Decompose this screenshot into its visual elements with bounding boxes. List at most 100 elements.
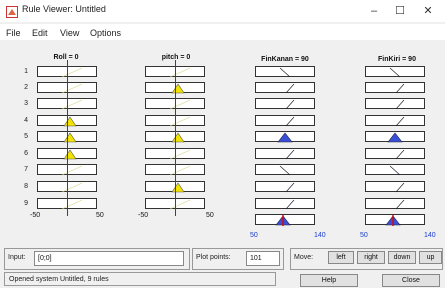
menu-options[interactable]: Options <box>90 28 121 38</box>
finkiri-max-label: 140 <box>424 232 436 239</box>
control-area: Input: [0;0] Plot points: 101 Move: left… <box>0 246 445 288</box>
finkiri-mf-plot[interactable] <box>365 198 425 210</box>
input-mf-line <box>61 165 83 176</box>
menu-edit[interactable]: Edit <box>32 28 48 38</box>
input-mf-line <box>169 199 191 210</box>
output-mf-line <box>285 149 295 160</box>
output-mf-line <box>285 116 295 127</box>
finkanan-mf-plot[interactable] <box>255 131 315 143</box>
finkiri-aggregate-plot[interactable] <box>365 214 425 226</box>
output-mf-line <box>395 182 405 193</box>
input-mf-line <box>61 199 83 210</box>
output-mf-line <box>285 99 295 110</box>
title-bar: Rule Viewer: Untitled – ☐ ✕ <box>0 0 445 22</box>
finkanan-mf-plot[interactable] <box>255 115 315 127</box>
output-mf-line <box>279 67 291 78</box>
rule-number: 5 <box>24 133 28 140</box>
input-mf-line <box>169 149 191 160</box>
input-mf-line <box>169 67 191 78</box>
plot-points-label: Plot points: <box>196 254 231 261</box>
finkiri-min-label: 50 <box>360 232 368 239</box>
pitch-title: pitch = 0 <box>161 54 191 61</box>
input-mf-triangle <box>171 182 185 193</box>
input-mf-line <box>61 83 83 94</box>
output-mf-line <box>395 116 405 127</box>
matlab-icon <box>6 5 18 18</box>
input-mf-triangle <box>171 132 185 143</box>
finkanan-title: FinKanan = 90 <box>261 56 309 63</box>
rule-number: 1 <box>24 68 28 75</box>
roll-max-label: 50 <box>96 212 104 219</box>
input-mf-triangle <box>63 149 77 160</box>
finkanan-mf-plot[interactable] <box>255 164 315 176</box>
output-mf-line <box>395 99 405 110</box>
rule-number: 9 <box>24 200 28 207</box>
output-mf-line <box>279 165 291 176</box>
input-mf-line <box>169 116 191 127</box>
input-mf-line <box>169 99 191 110</box>
pitch-value-indicator[interactable] <box>175 60 176 216</box>
input-mf-line <box>61 99 83 110</box>
finkiri-mf-plot[interactable] <box>365 66 425 78</box>
help-button[interactable]: Help <box>300 274 358 287</box>
rule-number: 2 <box>24 84 28 91</box>
finkiri-title: FinKiri = 90 <box>378 56 416 63</box>
rule-number: 8 <box>24 183 28 190</box>
finkanan-mf-plot[interactable] <box>255 66 315 78</box>
output-mf-line <box>285 199 295 210</box>
finkanan-mf-plot[interactable] <box>255 198 315 210</box>
plot-points-field[interactable]: 101 <box>246 251 280 266</box>
input-mf-line <box>61 182 83 193</box>
move-left-button[interactable]: left <box>328 251 354 264</box>
move-right-button[interactable]: right <box>357 251 385 264</box>
rule-number: 6 <box>24 150 28 157</box>
finkiri-mf-plot[interactable] <box>365 115 425 127</box>
input-mf-triangle <box>63 116 77 127</box>
minimize-button[interactable]: – <box>362 2 386 20</box>
finkiri-mf-plot[interactable] <box>365 131 425 143</box>
input-vector-field[interactable]: [0;0] <box>34 251 184 266</box>
menu-bar: File Edit View Options <box>0 24 445 40</box>
rule-number: 4 <box>24 117 28 124</box>
finkiri-mf-plot[interactable] <box>365 181 425 193</box>
pitch-max-label: 50 <box>206 212 214 219</box>
finkanan-mf-plot[interactable] <box>255 82 315 94</box>
finkanan-mf-plot[interactable] <box>255 181 315 193</box>
finkanan-max-label: 140 <box>314 232 326 239</box>
roll-value-indicator[interactable] <box>67 60 68 216</box>
rule-number: 7 <box>24 166 28 173</box>
move-up-button[interactable]: up <box>419 251 442 264</box>
finkanan-mf-plot[interactable] <box>255 98 315 110</box>
roll-title: Roll = 0 <box>53 54 79 61</box>
finkiri-mf-plot[interactable] <box>365 148 425 160</box>
maximize-button[interactable]: ☐ <box>388 2 412 20</box>
input-label: Input: <box>8 254 26 261</box>
input-mf-triangle <box>171 83 185 94</box>
close-window-button[interactable]: ✕ <box>416 2 440 20</box>
input-mf-line <box>169 165 191 176</box>
rule-number: 3 <box>24 100 28 107</box>
menu-file[interactable]: File <box>6 28 21 38</box>
roll-min-label: -50 <box>30 212 41 219</box>
output-mf-triangle <box>387 132 403 143</box>
finkiri-mf-plot[interactable] <box>365 164 425 176</box>
close-button[interactable]: Close <box>382 274 440 287</box>
move-down-button[interactable]: down <box>388 251 416 264</box>
pitch-min-label: -50 <box>138 212 149 219</box>
output-mf-line <box>395 83 405 94</box>
input-mf-line <box>61 67 83 78</box>
input-mf-triangle <box>63 132 77 143</box>
output-mf-line <box>389 165 401 176</box>
output-mf-triangle <box>277 132 293 143</box>
window-title: Rule Viewer: Untitled <box>22 4 106 14</box>
finkanan-mf-plot[interactable] <box>255 148 315 160</box>
output-mf-line <box>389 67 401 78</box>
finkiri-mf-plot[interactable] <box>365 82 425 94</box>
status-bar: Opened system Untitled, 9 rules <box>4 272 276 286</box>
finkiri-mf-plot[interactable] <box>365 98 425 110</box>
output-mf-line <box>285 83 295 94</box>
menu-view[interactable]: View <box>60 28 79 38</box>
move-label: Move: <box>294 254 314 261</box>
finkanan-aggregate-plot[interactable] <box>255 214 315 226</box>
output-mf-line <box>395 149 405 160</box>
